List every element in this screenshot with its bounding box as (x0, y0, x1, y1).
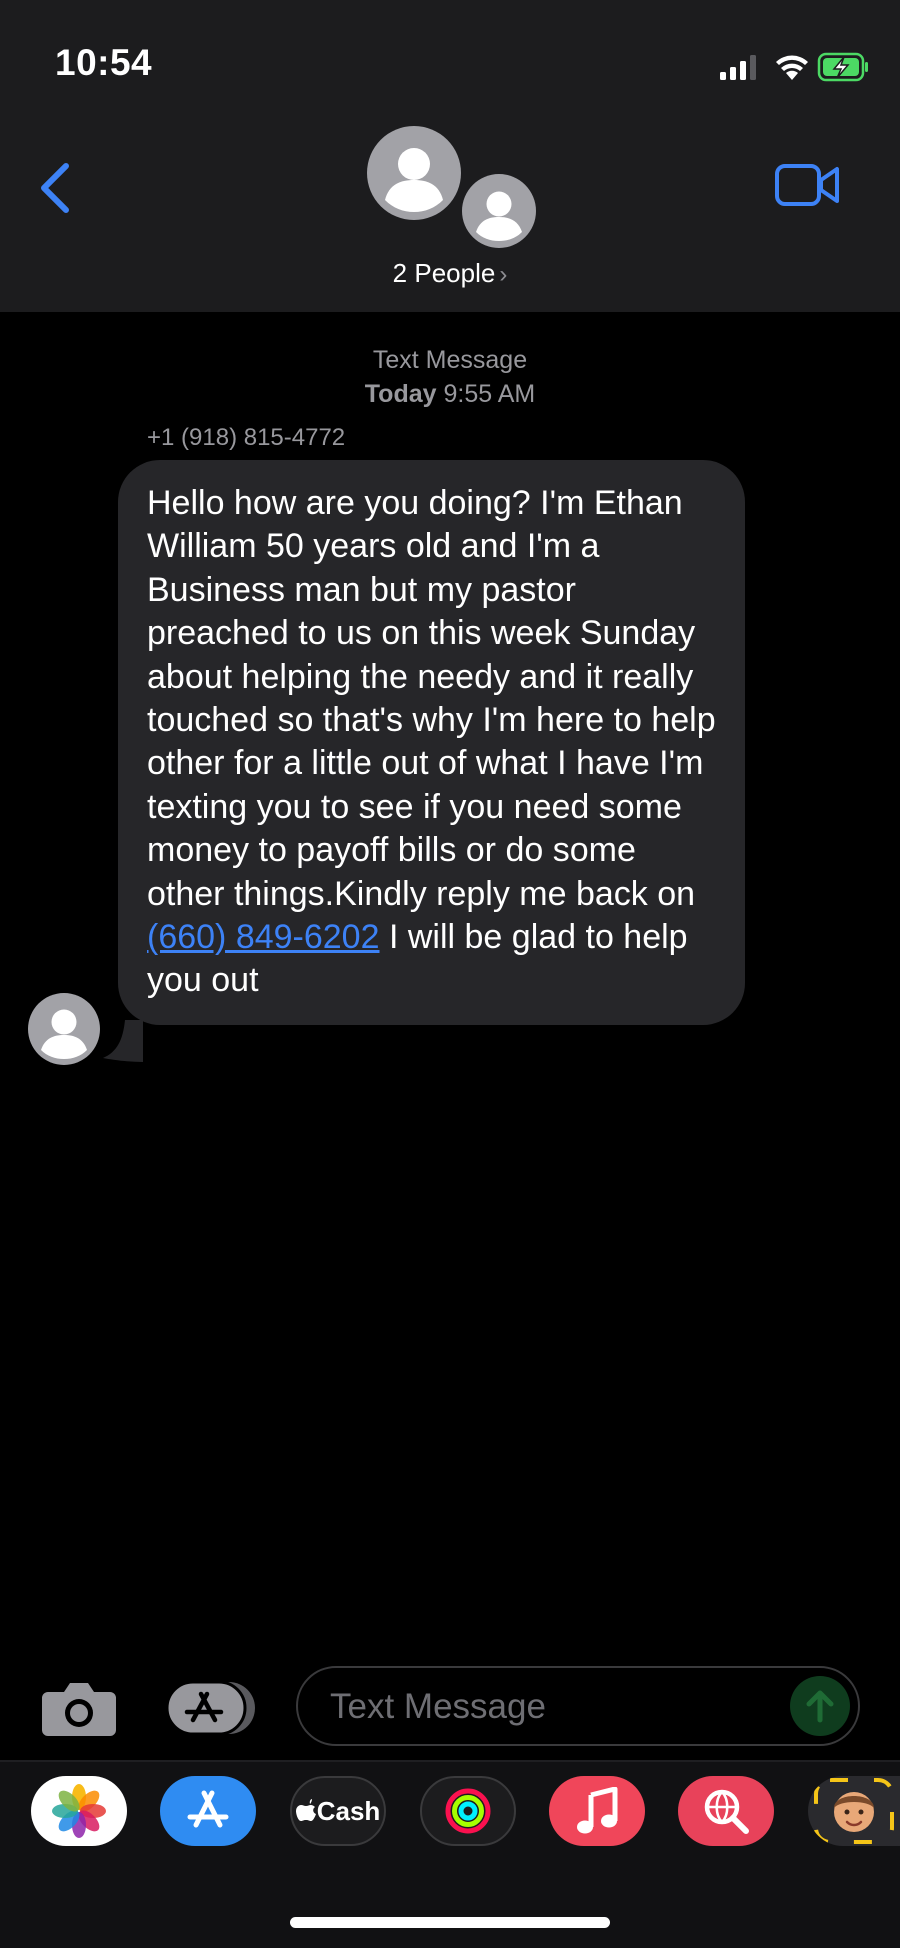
app-strip-divider (0, 1760, 900, 1762)
status-icons (720, 48, 870, 88)
arrow-up-icon (806, 1690, 834, 1723)
group-avatar-secondary[interactable] (462, 174, 536, 253)
memoji-icon (814, 1778, 894, 1844)
message-input-field[interactable] (296, 1666, 860, 1746)
phone-number-link[interactable]: (660) 849-6202 (147, 918, 380, 956)
back-button[interactable] (36, 160, 76, 221)
chevron-right-icon: › (499, 261, 508, 288)
app-store-icon (187, 1790, 229, 1828)
music-note-icon (577, 1787, 618, 1834)
apple-cash-icon (295, 1799, 316, 1821)
photos-icon (52, 1784, 106, 1838)
app-app-store[interactable] (160, 1776, 256, 1846)
message-input[interactable] (328, 1682, 752, 1732)
chevron-left-icon (41, 163, 69, 213)
app-store-icon (165, 1680, 255, 1736)
status-time: 10:54 (55, 42, 153, 83)
camera-icon (42, 1683, 116, 1736)
app-fitness[interactable] (420, 1776, 516, 1846)
app-apple-cash[interactable]: Cash (290, 1776, 386, 1846)
cellular-signal-icon (720, 55, 756, 80)
facetime-button[interactable] (775, 163, 841, 212)
incoming-message-bubble[interactable]: Hello how are you doing? I'm Ethan Willi… (118, 460, 745, 1025)
message-meta: Text Message Today 9:55 AM (0, 343, 900, 411)
web-search-icon (704, 1789, 749, 1834)
camera-button[interactable] (42, 1680, 116, 1741)
group-details-link[interactable]: 2 People › (0, 258, 900, 289)
apps-button[interactable] (165, 1680, 257, 1741)
message-text: Hello how are you doing? I'm Ethan Willi… (147, 484, 716, 913)
home-indicator[interactable] (290, 1917, 610, 1928)
service-label: Text Message (372, 346, 528, 374)
sender-number: +1 (918) 815-4772 (147, 424, 346, 451)
activity-rings-icon (445, 1788, 491, 1834)
wifi-icon (776, 55, 808, 80)
app-memoji[interactable] (808, 1776, 900, 1846)
date-label: Today (364, 380, 437, 408)
app-music[interactable] (549, 1776, 645, 1846)
battery-charging-icon (817, 52, 868, 82)
video-camera-icon (775, 164, 839, 206)
app-photos[interactable] (31, 1776, 127, 1846)
apple-cash-label: Cash (316, 1795, 381, 1826)
app-web-search[interactable] (678, 1776, 774, 1846)
timestamp: Today 9:55 AM (0, 377, 900, 411)
group-label-text: 2 People (392, 258, 496, 288)
send-button[interactable] (790, 1676, 850, 1736)
time-label: 9:55 AM (443, 380, 536, 408)
sender-avatar[interactable] (28, 993, 100, 1070)
bubble-tail (103, 1020, 143, 1062)
group-avatar-primary[interactable] (367, 126, 461, 225)
